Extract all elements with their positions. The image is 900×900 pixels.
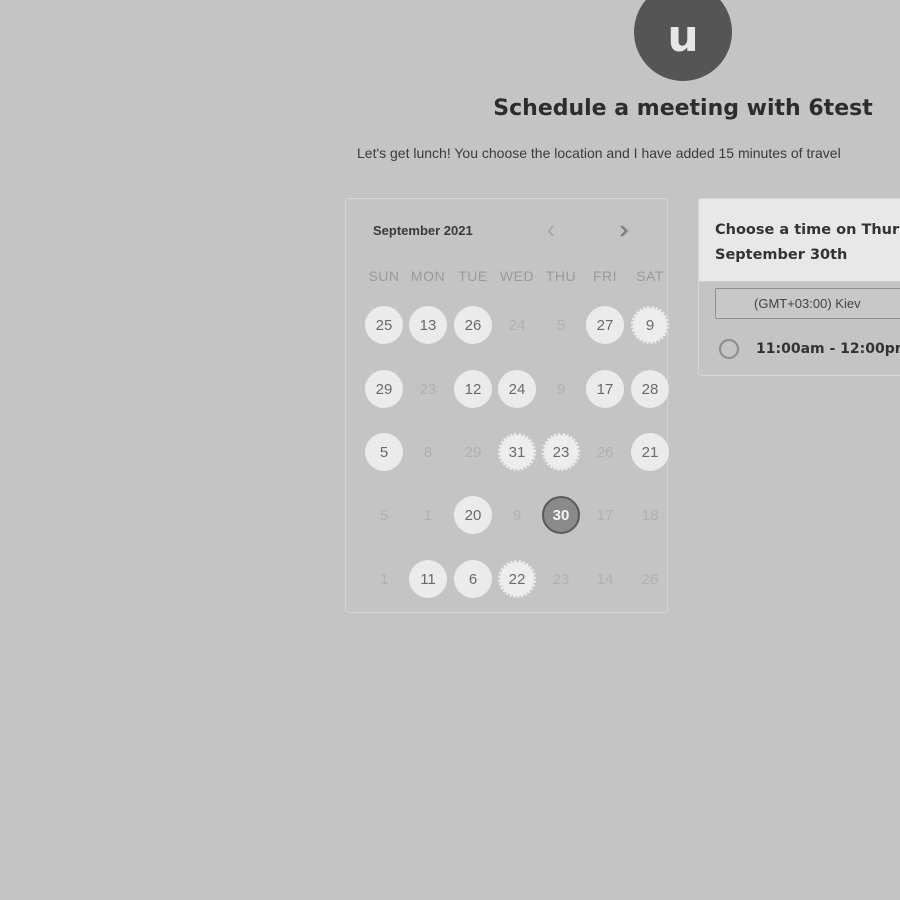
chevron-left-icon[interactable] [546, 223, 556, 243]
calendar-day[interactable]: 29 [365, 370, 403, 408]
panel-title-line1: Choose a time on Thursday [715, 222, 900, 238]
host-avatar: u [634, 0, 732, 81]
calendar-day[interactable]: 9 [631, 306, 669, 344]
calendar: September 2021 SUN MON TUE WED THU FRI SAT 25 1… [345, 198, 669, 613]
calendar-day[interactable]: 24 [498, 370, 536, 408]
weekday-header: WED [499, 268, 535, 284]
calendar-day: 14 [596, 570, 614, 588]
calendar-day: 29 [464, 443, 482, 461]
calendar-day[interactable]: 26 [454, 306, 492, 344]
weekday-header: TUE [458, 268, 488, 284]
weekday-header: MON [410, 268, 446, 284]
calendar-day[interactable]: 12 [454, 370, 492, 408]
calendar-day[interactable]: 17 [586, 370, 624, 408]
calendar-day[interactable]: 13 [409, 306, 447, 344]
chevron-right-icon[interactable] [618, 223, 630, 243]
calendar-day: 17 [596, 506, 614, 524]
calendar-day: 8 [423, 443, 433, 461]
timezone-select[interactable]: (GMT+03:00) Kiev [715, 288, 900, 319]
calendar-day: 18 [641, 506, 659, 524]
calendar-day: 1 [379, 570, 389, 588]
calendar-day: 9 [512, 506, 522, 524]
weekday-header: FRI [592, 268, 618, 284]
panel-title-line2: September 30th [715, 247, 848, 263]
avatar-letter: u [667, 10, 699, 62]
calendar-day: 1 [423, 506, 433, 524]
calendar-day[interactable]: 27 [586, 306, 624, 344]
calendar-day[interactable]: 31 [498, 433, 536, 471]
weekday-header: SUN [368, 268, 400, 284]
time-selection-panel: Choose a time on Thursday September 30th… [698, 198, 900, 376]
calendar-day[interactable]: 28 [631, 370, 669, 408]
radio-icon[interactable] [719, 339, 739, 359]
calendar-day: 9 [556, 380, 566, 398]
calendar-day[interactable]: 6 [454, 560, 492, 598]
panel-title: Choose a time on Thursday September 30th [715, 218, 900, 268]
month-label: September 2021 [373, 223, 473, 238]
calendar-day: 23 [552, 570, 570, 588]
calendar-day: 26 [596, 443, 614, 461]
page-title: Schedule a meeting with 6test [493, 96, 873, 121]
calendar-day[interactable]: 20 [454, 496, 492, 534]
calendar-day: 5 [556, 316, 566, 334]
calendar-day[interactable]: 25 [365, 306, 403, 344]
time-slot-label: 11:00am - 12:00pm [756, 341, 900, 357]
calendar-day: 24 [508, 316, 526, 334]
calendar-day[interactable]: 23 [542, 433, 580, 471]
meeting-description: Let's get lunch! You choose the location… [357, 145, 841, 161]
calendar-day[interactable]: 22 [498, 560, 536, 598]
selected-day[interactable]: 30 [542, 496, 580, 534]
weekday-header: THU [545, 268, 577, 284]
calendar-day: 26 [641, 570, 659, 588]
calendar-day: 5 [379, 506, 389, 524]
calendar-day[interactable]: 11 [409, 560, 447, 598]
calendar-day[interactable]: 5 [365, 433, 403, 471]
calendar-day[interactable]: 21 [631, 433, 669, 471]
calendar-day: 23 [419, 380, 437, 398]
weekday-header: SAT [636, 268, 664, 284]
panel-header: Choose a time on Thursday September 30th [699, 199, 900, 282]
